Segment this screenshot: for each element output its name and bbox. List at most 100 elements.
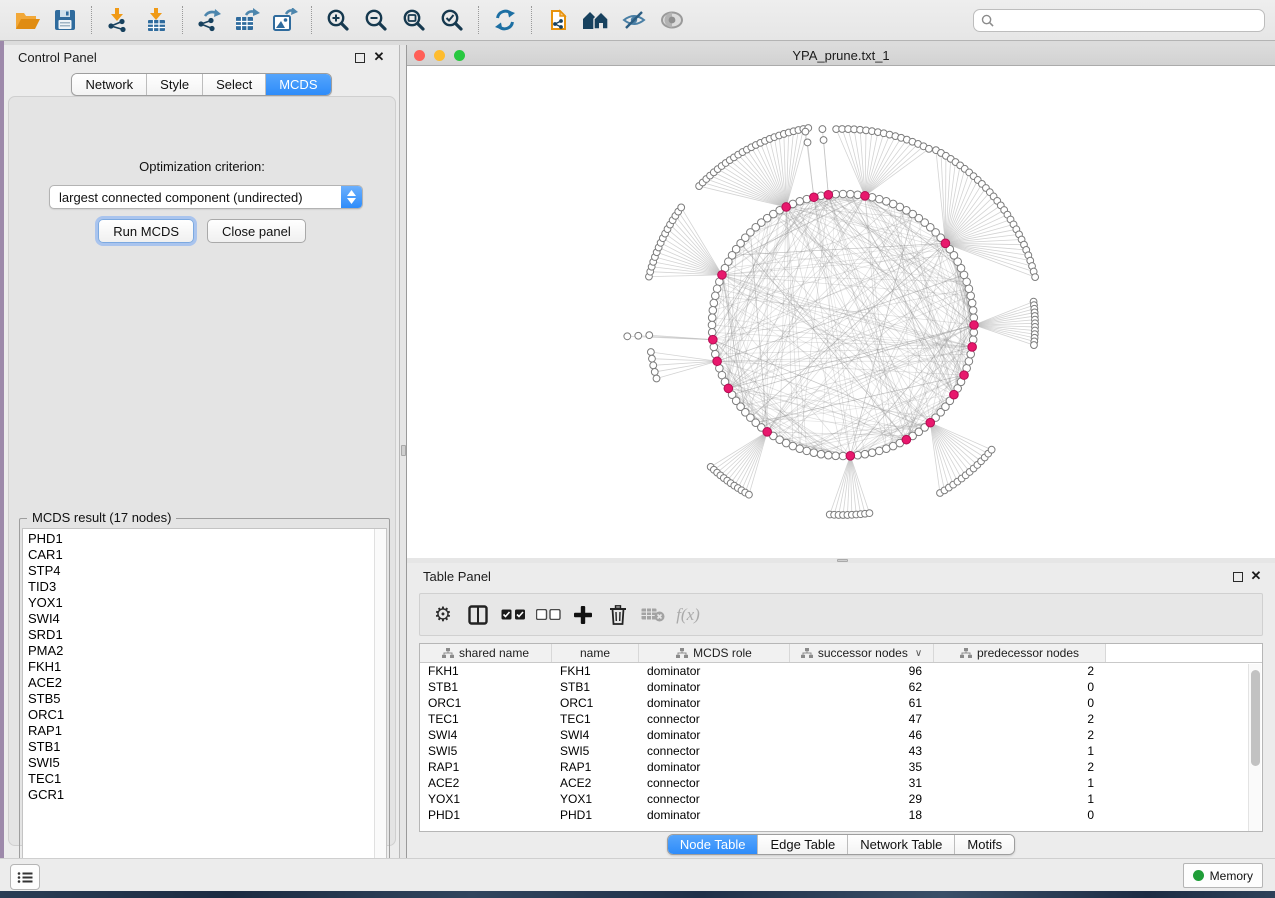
graph-ring-node[interactable] <box>965 357 973 365</box>
tab-mcds[interactable]: MCDS <box>266 74 330 95</box>
graph-leaf-node[interactable] <box>678 204 685 211</box>
tab-network[interactable]: Network <box>72 74 147 95</box>
mcds-result-item[interactable]: TEC1 <box>28 771 386 787</box>
graph-ring-node[interactable] <box>968 299 976 307</box>
zoom-selected-icon[interactable] <box>435 4 469 36</box>
table-tab-edge-table[interactable]: Edge Table <box>758 835 848 854</box>
column-header-MCDS-role[interactable]: MCDS role <box>639 644 790 662</box>
graph-dominator-node[interactable] <box>926 418 935 427</box>
delete-table-icon[interactable] <box>640 602 666 628</box>
hide-graphics-details-icon[interactable] <box>617 4 651 36</box>
graph-ring-node[interactable] <box>817 450 825 458</box>
graph-leaf-node[interactable] <box>646 332 653 339</box>
graph-ring-node[interactable] <box>882 198 890 206</box>
graph-dominator-node[interactable] <box>960 371 969 380</box>
mcds-result-item[interactable]: FKH1 <box>28 659 386 675</box>
graph-leaf-node[interactable] <box>649 355 656 362</box>
open-file-icon[interactable] <box>10 4 44 36</box>
close-panel-button[interactable]: Close panel <box>207 219 306 243</box>
table-row[interactable]: PHD1PHD1dominator180 <box>420 807 1262 823</box>
mcds-result-item[interactable]: SRD1 <box>28 627 386 643</box>
graph-leaf-node[interactable] <box>635 332 642 339</box>
graph-dominator-node[interactable] <box>968 343 977 352</box>
graph-dominator-node[interactable] <box>861 192 870 201</box>
export-image-icon[interactable] <box>268 4 302 36</box>
graph-ring-node[interactable] <box>709 307 717 315</box>
criterion-dropdown[interactable]: largest connected component (undirected) <box>49 185 363 209</box>
mcds-result-item[interactable]: PMA2 <box>28 643 386 659</box>
graph-dominator-node[interactable] <box>810 193 819 202</box>
graph-dominator-node[interactable] <box>713 357 722 366</box>
graph-leaf-node[interactable] <box>624 333 631 340</box>
mcds-result-item[interactable]: YOX1 <box>28 595 386 611</box>
graph-leaf-node[interactable] <box>1031 342 1038 349</box>
table-row[interactable]: SWI4SWI4dominator462 <box>420 727 1262 743</box>
graph-dominator-node[interactable] <box>950 390 959 399</box>
search-input[interactable] <box>999 14 1264 28</box>
deselect-all-checkboxes-icon[interactable] <box>535 602 561 628</box>
graph-ring-node[interactable] <box>875 447 883 455</box>
mcds-result-item[interactable]: STB5 <box>28 691 386 707</box>
mcds-result-item[interactable]: ACE2 <box>28 675 386 691</box>
show-columns-icon[interactable] <box>465 602 491 628</box>
graph-dominator-node[interactable] <box>724 384 733 393</box>
mcds-result-item[interactable]: GCR1 <box>28 787 386 803</box>
mcds-result-item[interactable]: SWI5 <box>28 755 386 771</box>
graph-ring-node[interactable] <box>868 449 876 457</box>
mcds-result-list[interactable]: PHD1CAR1STP4TID3YOX1SWI4SRD1PMA2FKH1ACE2… <box>22 528 387 887</box>
graph-ring-node[interactable] <box>810 449 818 457</box>
table-row[interactable]: FKH1FKH1dominator962 <box>420 663 1262 679</box>
table-scrollbar[interactable] <box>1248 664 1261 831</box>
table-row[interactable]: TEC1TEC1connector472 <box>420 711 1262 727</box>
save-session-icon[interactable] <box>48 4 82 36</box>
tab-style[interactable]: Style <box>147 74 203 95</box>
refresh-icon[interactable] <box>488 4 522 36</box>
graph-ring-node[interactable] <box>708 314 716 322</box>
graph-leaf-node[interactable] <box>653 375 660 382</box>
graph-leaf-node[interactable] <box>651 369 658 376</box>
graph-ring-node[interactable] <box>796 445 804 453</box>
graph-ring-node[interactable] <box>711 292 719 300</box>
network-window-titlebar[interactable]: YPA_prune.txt_1 <box>407 45 1275 66</box>
graph-ring-node[interactable] <box>965 285 973 293</box>
search-box[interactable] <box>973 9 1265 32</box>
graph-leaf-node[interactable] <box>988 446 995 453</box>
import-network-icon[interactable] <box>101 4 135 36</box>
mcds-result-item[interactable]: PHD1 <box>28 531 386 547</box>
graph-ring-node[interactable] <box>708 321 716 329</box>
mcds-result-item[interactable]: ORC1 <box>28 707 386 723</box>
table-scrollbar-thumb[interactable] <box>1251 670 1260 766</box>
graph-dominator-node[interactable] <box>941 239 950 248</box>
graph-leaf-node[interactable] <box>1032 274 1039 281</box>
graph-leaf-node[interactable] <box>650 362 657 369</box>
tab-select[interactable]: Select <box>203 74 266 95</box>
network-overview-icon[interactable] <box>579 4 613 36</box>
table-tab-node-table[interactable]: Node Table <box>668 835 759 854</box>
graph-leaf-node[interactable] <box>866 510 873 517</box>
select-all-checkboxes-icon[interactable] <box>500 602 526 628</box>
zoom-out-icon[interactable] <box>359 4 393 36</box>
graph-ring-node[interactable] <box>825 451 833 459</box>
graph-dominator-node[interactable] <box>902 435 911 444</box>
graph-ring-node[interactable] <box>861 450 869 458</box>
table-row[interactable]: RAP1RAP1dominator352 <box>420 759 1262 775</box>
zoom-in-icon[interactable] <box>321 4 355 36</box>
mcds-result-item[interactable]: STP4 <box>28 563 386 579</box>
graph-dominator-node[interactable] <box>718 271 727 280</box>
graph-ring-node[interactable] <box>832 452 840 460</box>
graph-dominator-node[interactable] <box>970 321 979 330</box>
graph-ring-node[interactable] <box>875 195 883 203</box>
column-header-successor-nodes[interactable]: successor nodes∨ <box>790 644 934 662</box>
mcds-result-item[interactable]: TID3 <box>28 579 386 595</box>
mcds-result-item[interactable]: SWI4 <box>28 611 386 627</box>
delete-column-icon[interactable] <box>605 602 631 628</box>
float-panel-icon[interactable] <box>1233 572 1243 582</box>
graph-leaf-node[interactable] <box>802 128 809 135</box>
table-tab-network-table[interactable]: Network Table <box>848 835 955 854</box>
table-row[interactable]: YOX1YOX1connector291 <box>420 791 1262 807</box>
network-graph-canvas[interactable] <box>407 66 1275 558</box>
graph-dominator-node[interactable] <box>709 335 718 344</box>
graph-leaf-node[interactable] <box>804 139 811 146</box>
graph-ring-node[interactable] <box>839 190 847 198</box>
mcds-result-item[interactable]: CAR1 <box>28 547 386 563</box>
